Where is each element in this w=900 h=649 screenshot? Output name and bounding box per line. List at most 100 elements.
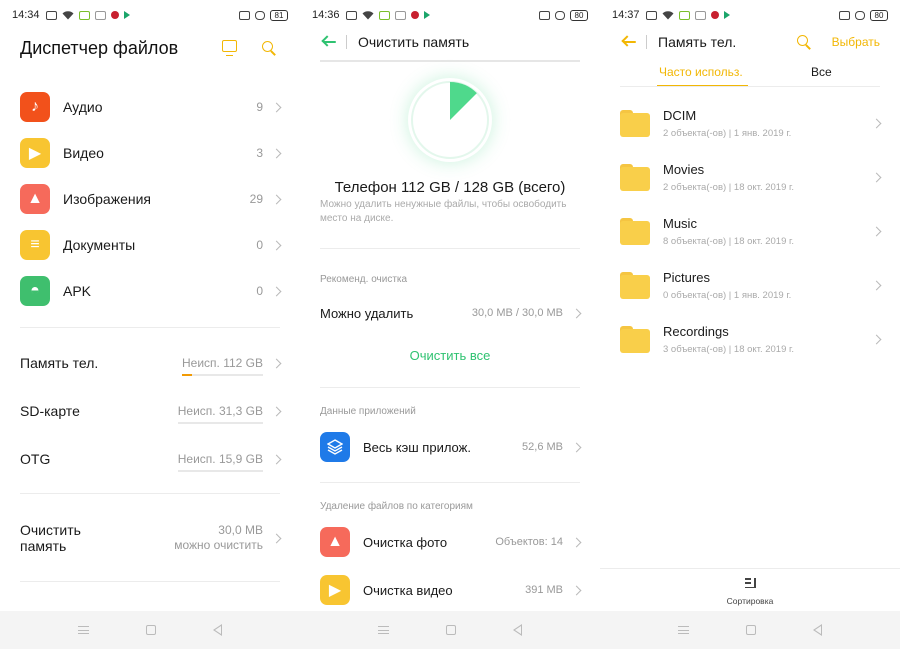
storage-label: Память тел. [20, 355, 99, 371]
chevron-right-icon [871, 334, 882, 344]
category-count: 0 [256, 238, 263, 252]
folder-item[interactable]: DCIM 2 объекта(-ов) | 1 янв. 2019 г. [620, 96, 882, 150]
sort-button[interactable]: Сортировка [600, 568, 900, 610]
chevron-right-icon [871, 280, 882, 290]
remote-manage-icon[interactable] [222, 40, 237, 56]
folder-item[interactable]: Pictures 0 объекта(-ов) | 1 янв. 2019 г. [620, 258, 882, 312]
chevron-right-icon [271, 148, 282, 158]
category-count: 0 [256, 284, 263, 298]
battery-icon: 80 [870, 9, 888, 21]
back-arrow-icon[interactable] [321, 35, 336, 48]
chevron-right-icon [871, 172, 882, 182]
storage-usage-fill [181, 373, 193, 376]
storage-free-value: Неисп. 112 GB [181, 356, 263, 376]
storage-usage-bar [177, 469, 263, 472]
folder-item[interactable]: Music 8 объекта(-ов) | 18 окт. 2019 г. [620, 204, 882, 258]
app-icon [78, 10, 90, 20]
category-count: 3 [256, 146, 263, 160]
storage-label: OTG [20, 451, 51, 467]
search-icon[interactable] [797, 35, 811, 50]
chevron-right-icon [271, 240, 282, 250]
home-button[interactable] [145, 625, 156, 635]
chevron-right-icon [271, 406, 282, 416]
category-item[interactable]: ▶ Видео 3 [20, 130, 282, 176]
app-icon [94, 10, 106, 20]
back-button[interactable] [512, 624, 522, 636]
removable-value: 30,0 MB / 30,0 MB [471, 307, 563, 319]
chevron-right-icon [571, 442, 582, 452]
clean-category-label: Очистка видео [363, 582, 453, 598]
clean-storage-item[interactable]: Очистить память 30,0 MB можно очистить [20, 514, 282, 562]
chevron-right-icon [871, 226, 882, 236]
navigation-bar [600, 611, 900, 649]
select-button[interactable]: Выбрать [832, 35, 880, 49]
status-time: 14:37 [612, 9, 640, 21]
recent-apps-button[interactable] [78, 626, 90, 634]
home-button[interactable] [745, 625, 756, 635]
back-button[interactable] [212, 624, 222, 636]
recent-apps-button[interactable] [378, 626, 390, 634]
app-cache-item[interactable]: Весь кэш прилож. 52,6 MB [320, 427, 582, 467]
folder-item[interactable]: Recordings 3 объекта(-ов) | 18 окт. 2019 … [620, 312, 882, 366]
clean-all-button[interactable]: Очистить все [300, 348, 600, 363]
chevron-right-icon [571, 308, 582, 318]
category-item[interactable]: ◓ APK 0 [20, 268, 282, 314]
storage-item[interactable]: OTG Неисп. 15,9 GB [20, 435, 282, 483]
clean-value-size: 30,0 MB [218, 523, 263, 537]
chevron-right-icon [271, 194, 282, 204]
category-count: 9 [256, 100, 263, 114]
tab-all[interactable]: Все [811, 65, 832, 79]
folder-text: Recordings 3 объекта(-ов) | 18 окт. 2019 … [663, 324, 873, 355]
divider [320, 387, 580, 388]
back-button[interactable] [812, 624, 822, 636]
recent-apps-button[interactable] [678, 626, 690, 634]
battery-icon: 81 [270, 9, 288, 21]
nfc-icon [239, 10, 250, 20]
battery-icon: 80 [570, 9, 588, 21]
home-button[interactable] [445, 625, 456, 635]
storage-item[interactable]: SD-карте Неисп. 31,3 GB [20, 387, 282, 435]
clean-category-value: 391 MB [525, 584, 563, 596]
message-icon [345, 10, 357, 20]
page-title: Память тел. [658, 34, 737, 50]
chevron-right-icon [271, 286, 282, 296]
category-count: 29 [249, 192, 263, 206]
clean-category-value: Объектов: 14 [495, 536, 563, 548]
storage-note: Можно удалить ненужные файлы, чтобы осво… [320, 199, 567, 224]
folder-icon [620, 216, 650, 246]
music-note-icon: ♪ [20, 92, 50, 122]
removable-item[interactable]: Можно удалить 30,0 MB / 30,0 MB [320, 293, 582, 333]
folder-item[interactable]: Movies 2 объекта(-ов) | 18 окт. 2019 г. [620, 150, 882, 204]
header-separator [646, 35, 647, 49]
back-arrow-icon[interactable] [621, 35, 636, 48]
navigation-bar [0, 611, 300, 649]
layers-icon [320, 432, 350, 462]
sort-icon [745, 578, 756, 588]
record-icon [110, 11, 119, 19]
folder-text: Pictures 0 объекта(-ов) | 1 янв. 2019 г. [663, 270, 873, 301]
divider [20, 581, 280, 582]
category-item[interactable]: ≡ Документы 0 [20, 222, 282, 268]
clean-category-item[interactable]: ▶ Очистка видео 391 MB [320, 570, 582, 610]
storage-free-value: Неисп. 15,9 GB [177, 452, 263, 472]
nfc-icon [539, 10, 550, 20]
divider [320, 482, 580, 483]
removable-label: Можно удалить [320, 305, 414, 321]
search-icon[interactable] [262, 41, 276, 56]
storage-item[interactable]: Память тел. Неисп. 112 GB [20, 339, 282, 387]
record-icon [410, 11, 419, 19]
tab-frequent[interactable]: Часто использ. [659, 65, 743, 79]
clean-category-item[interactable]: ▲ Очистка фото Объектов: 14 [320, 522, 582, 562]
app-cache-label: Весь кэш прилож. [363, 439, 471, 455]
folder-text: Movies 2 объекта(-ов) | 18 окт. 2019 г. [663, 162, 873, 193]
chevron-right-icon [271, 454, 282, 464]
divider [320, 248, 580, 249]
category-label: Видео [63, 145, 104, 161]
storage-free-text: Неисп. 31,3 GB [177, 403, 263, 418]
clean-label-line1: Очистить [20, 522, 81, 538]
category-item[interactable]: ♪ Аудио 9 [20, 84, 282, 130]
category-item[interactable]: ▲ Изображения 29 [20, 176, 282, 222]
category-label: Изображения [63, 191, 151, 207]
tabs-divider [620, 86, 880, 87]
image-icon: ▲ [320, 527, 350, 557]
